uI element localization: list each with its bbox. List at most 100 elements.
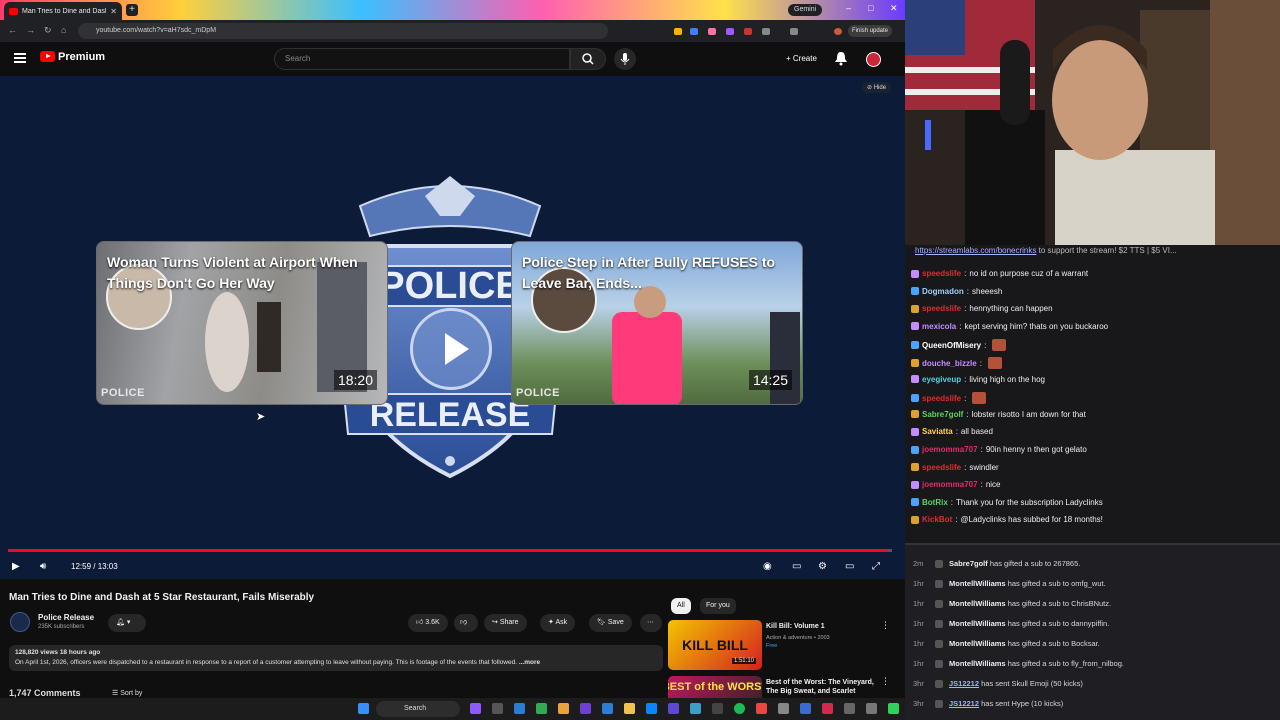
event-user[interactable]: MontellWilliams xyxy=(949,659,1006,668)
dislike-button[interactable]: 👎︎ xyxy=(454,614,478,632)
app-icon[interactable] xyxy=(888,703,899,714)
finish-update-button[interactable]: Finish update xyxy=(848,25,893,37)
back-icon[interactable]: ← xyxy=(8,25,17,35)
chat-username[interactable]: eyegiveup xyxy=(922,375,961,384)
gemini-button[interactable]: Gemini xyxy=(788,4,823,16)
chip-all[interactable]: All xyxy=(671,598,691,614)
app-icon[interactable] xyxy=(492,703,503,714)
app-icon[interactable] xyxy=(844,703,855,714)
video-progress-bar[interactable] xyxy=(8,549,892,552)
extension-icon[interactable] xyxy=(790,28,798,35)
chat-username[interactable]: speedslife xyxy=(922,463,961,472)
home-icon[interactable]: ⌂ xyxy=(61,25,66,35)
taskbar-search-input[interactable]: Search xyxy=(376,701,460,717)
start-menu-icon[interactable] xyxy=(358,703,369,714)
app-icon[interactable] xyxy=(514,703,525,714)
chat-username[interactable]: speedslife xyxy=(922,394,961,403)
captions-icon[interactable]: ▭ xyxy=(792,561,801,572)
chat-username[interactable]: QueenOfMisery xyxy=(922,341,981,350)
chat-username[interactable]: joemomma707 xyxy=(922,480,978,489)
autoplay-toggle-icon[interactable]: ◉ xyxy=(763,561,772,572)
share-button[interactable]: ↪ Share xyxy=(484,614,527,632)
url-field[interactable]: youtube.com/watch?v=aH7sdc_mDpM xyxy=(78,23,608,39)
recommendation-item[interactable]: KILL BILL 1:51:10 Kill Bill: Volume 1 Ac… xyxy=(668,620,898,672)
event-user[interactable]: MontellWilliams xyxy=(949,599,1006,608)
close-window-icon[interactable]: ✕ xyxy=(890,3,898,14)
app-icon[interactable] xyxy=(756,703,767,714)
chat-username[interactable]: Sabre7golf xyxy=(922,410,963,419)
youtube-premium-logo[interactable]: Premium xyxy=(58,51,105,63)
more-options-icon[interactable]: ⋮ xyxy=(881,620,890,631)
reload-icon[interactable]: ↻ xyxy=(44,25,52,36)
app-icon[interactable] xyxy=(866,703,877,714)
extension-icon[interactable] xyxy=(708,28,716,35)
notifications-bell-icon[interactable] xyxy=(834,50,848,66)
chat-username[interactable]: Saviatta xyxy=(922,427,953,436)
extension-icon[interactable] xyxy=(690,28,698,35)
play-icon[interactable]: ▶ xyxy=(12,561,20,572)
forward-icon[interactable]: → xyxy=(26,25,35,35)
app-icon[interactable] xyxy=(580,703,591,714)
extension-icon[interactable] xyxy=(762,28,770,35)
event-user[interactable]: MontellWilliams xyxy=(949,579,1006,588)
sort-by-button[interactable]: ☰ Sort by xyxy=(112,689,142,697)
settings-gear-icon[interactable]: ⚙ xyxy=(818,561,827,572)
account-avatar[interactable] xyxy=(866,52,881,67)
streamlabs-link[interactable]: https://streamlabs.com/bonecrinks xyxy=(915,246,1036,255)
spotify-icon[interactable] xyxy=(734,703,745,714)
extension-icon[interactable] xyxy=(744,28,752,35)
fullscreen-icon[interactable]: ⤢ xyxy=(872,561,880,572)
app-icon[interactable] xyxy=(690,703,701,714)
ask-button[interactable]: ✦ Ask xyxy=(540,614,576,632)
more-options-icon[interactable]: ⋮ xyxy=(881,676,890,687)
minimize-icon[interactable]: – xyxy=(846,3,851,13)
theater-mode-icon[interactable]: ▭ xyxy=(845,561,854,572)
profile-icon[interactable] xyxy=(834,28,842,35)
voice-search-button[interactable] xyxy=(614,48,636,70)
channel-name[interactable]: Police Release xyxy=(38,613,94,622)
search-button[interactable] xyxy=(570,48,606,70)
search-input[interactable]: Search xyxy=(274,48,570,70)
youtube-logo-icon[interactable] xyxy=(40,51,55,62)
more-link[interactable]: ...more xyxy=(519,659,540,666)
chrome-icon[interactable] xyxy=(536,703,547,714)
hide-cards-button[interactable]: ⊘ Hide xyxy=(862,82,892,93)
app-icon[interactable] xyxy=(822,703,833,714)
menu-icon[interactable] xyxy=(14,53,26,63)
maximize-icon[interactable]: □ xyxy=(868,3,873,13)
app-icon[interactable] xyxy=(778,703,789,714)
app-icon[interactable] xyxy=(668,703,679,714)
app-icon[interactable] xyxy=(646,703,657,714)
app-icon[interactable] xyxy=(602,703,613,714)
app-icon[interactable] xyxy=(800,703,811,714)
chat-username[interactable]: speedslife xyxy=(922,304,961,313)
chat-username[interactable]: KickBot xyxy=(922,515,952,524)
extension-icon[interactable] xyxy=(726,28,734,35)
new-tab-button[interactable]: + xyxy=(126,4,138,16)
event-user[interactable]: MontellWilliams xyxy=(949,619,1006,628)
like-button[interactable]: 👍︎ 3.6K xyxy=(408,614,448,632)
more-actions-button[interactable]: ⋯ xyxy=(640,614,662,632)
chat-username[interactable]: mexicola xyxy=(922,322,956,331)
volume-icon[interactable]: 🔊︎ xyxy=(40,561,46,572)
end-screen-video-card-right[interactable]: Police Step in After Bully REFUSES to Le… xyxy=(511,241,803,405)
close-tab-icon[interactable]: ✕ xyxy=(110,7,117,16)
app-icon[interactable] xyxy=(712,703,723,714)
chat-username[interactable]: Dogmadon xyxy=(922,287,964,296)
create-button[interactable]: + Create xyxy=(778,50,825,68)
chat-username[interactable]: speedslife xyxy=(922,269,961,278)
folder-icon[interactable] xyxy=(624,703,635,714)
subscribed-bell-button[interactable]: 🔔︎ ▾ xyxy=(108,614,146,632)
video-player[interactable]: POLICE RELEASE ⊘ Hide Woman Turns Violen… xyxy=(0,76,905,579)
event-user[interactable]: JS12212 xyxy=(949,679,979,688)
save-button[interactable]: 🔖︎ Save xyxy=(589,614,632,632)
app-icon[interactable] xyxy=(558,703,569,714)
end-screen-video-card-left[interactable]: Woman Turns Violent at Airport When Thin… xyxy=(96,241,388,405)
extension-icon[interactable] xyxy=(674,28,682,35)
browser-tab-active[interactable]: Man Tries to Dine and Dash at ✕ xyxy=(4,2,122,20)
chat-username[interactable]: douche_bizzle xyxy=(922,359,977,368)
channel-avatar[interactable] xyxy=(10,612,30,632)
event-user[interactable]: Sabre7golf xyxy=(949,559,988,568)
description-box[interactable]: 128,820 views 18 hours ago On April 1st,… xyxy=(9,645,663,671)
chat-username[interactable]: BotRix xyxy=(922,498,948,507)
